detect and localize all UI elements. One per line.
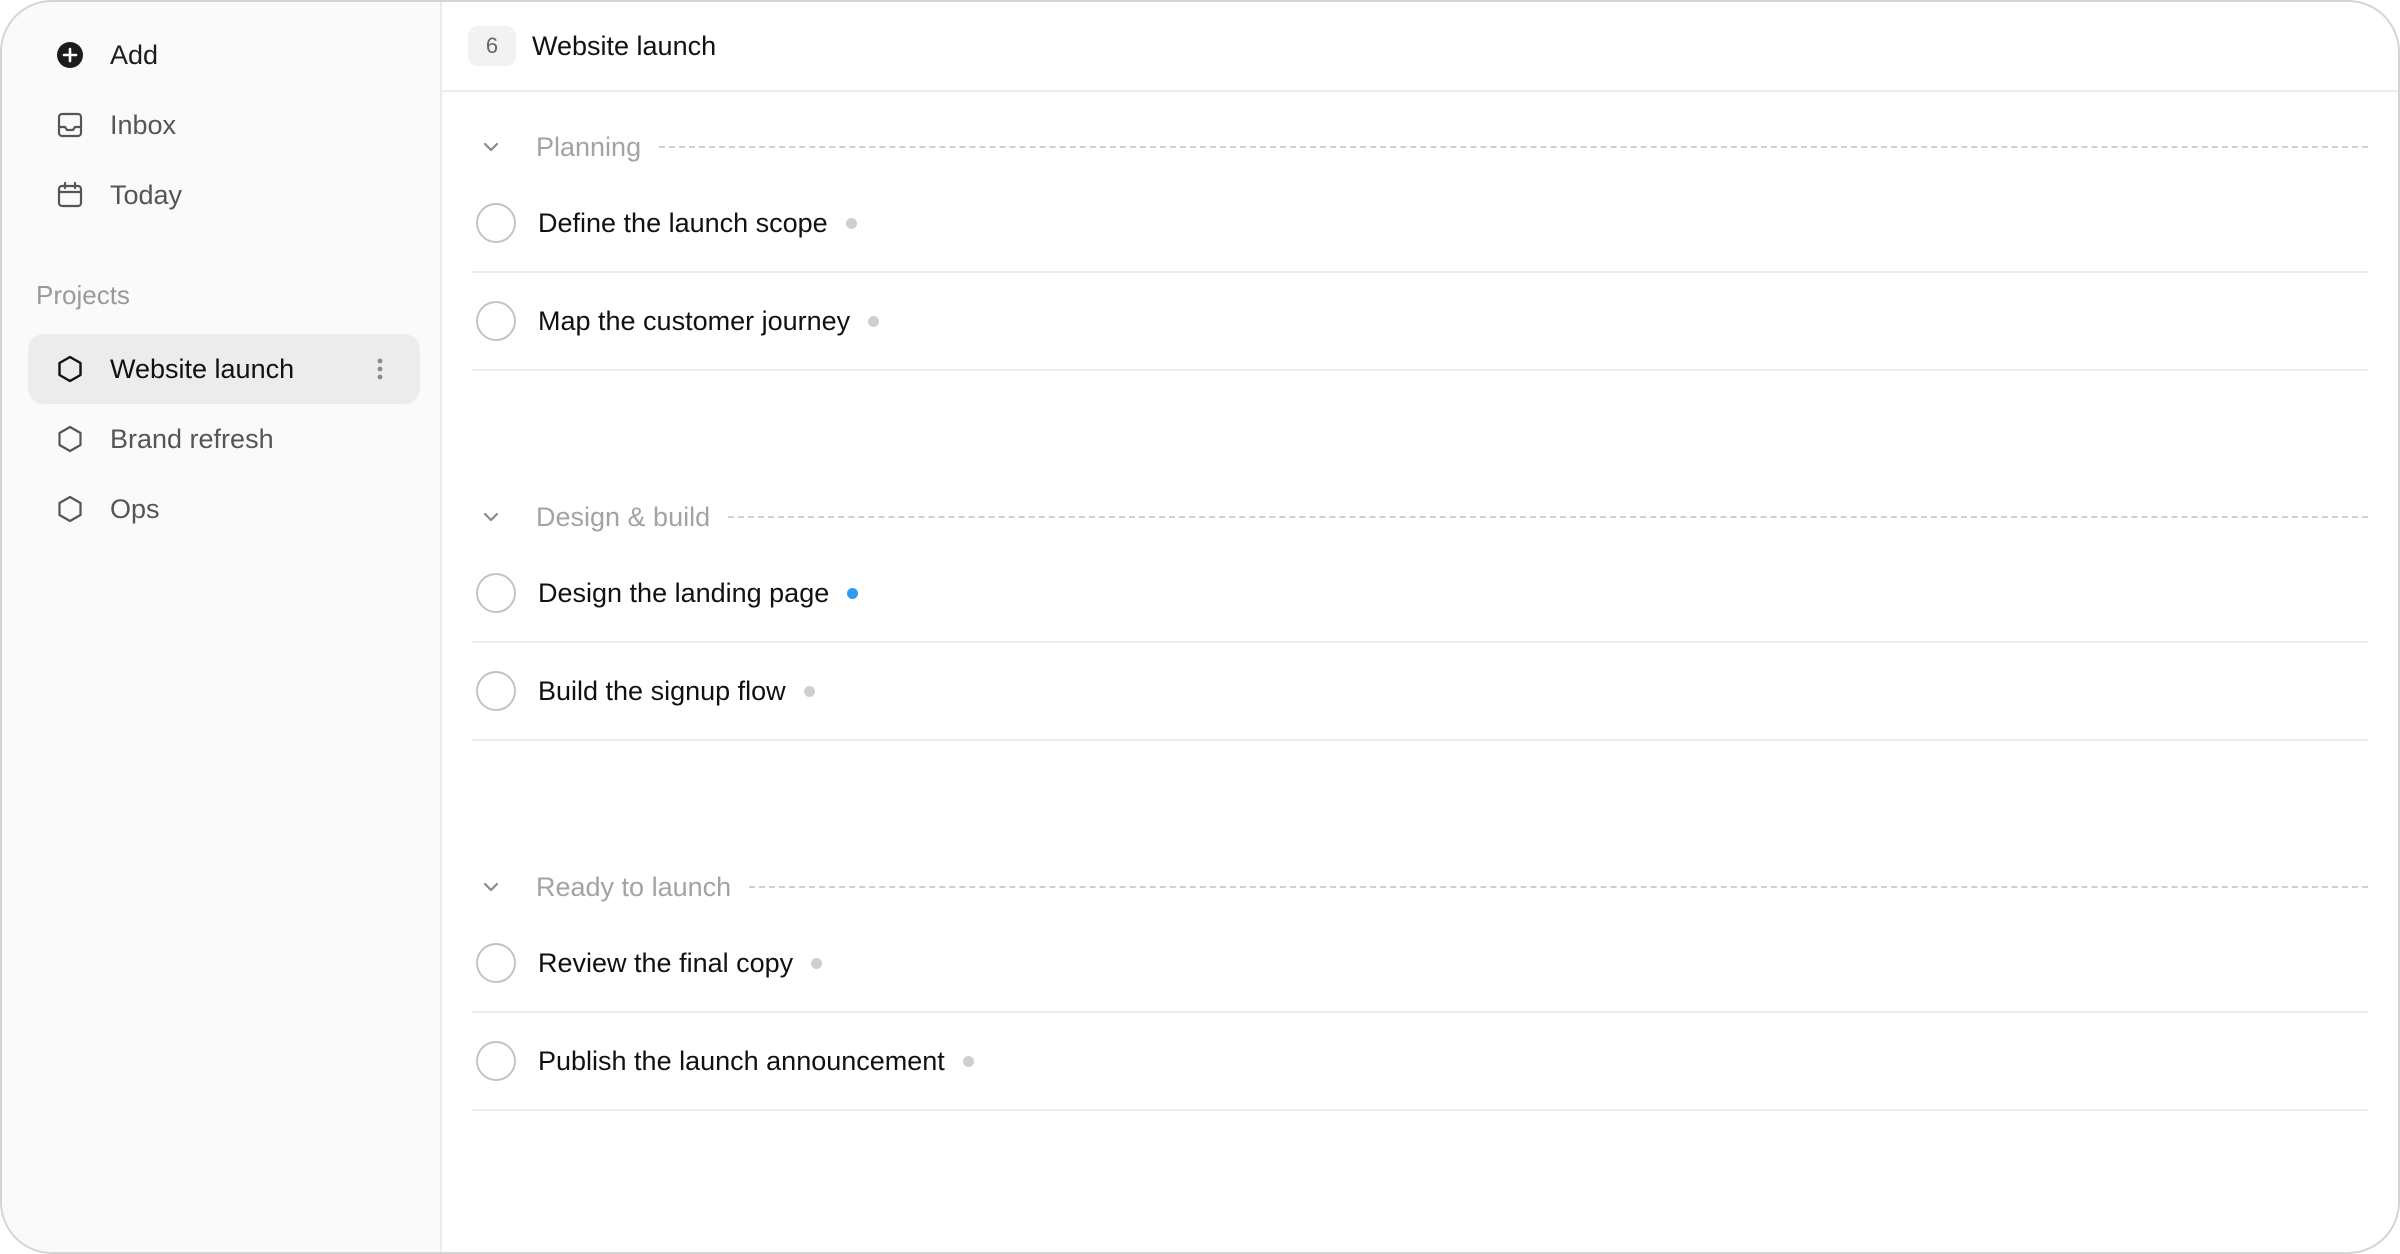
add-button[interactable]: Add [28, 20, 420, 90]
task-row[interactable]: Design the landing page [472, 545, 2368, 643]
task-row[interactable]: Build the signup flow [472, 643, 2368, 741]
status-dot [811, 957, 823, 969]
task-row[interactable]: Publish the launch announcement [472, 1013, 2368, 1111]
group-name: Planning [536, 131, 642, 162]
task-row[interactable]: Map the customer journey [472, 273, 2368, 371]
group-header[interactable]: Ready to launch [472, 867, 2368, 907]
sidebar-item-label: Website launch [110, 353, 295, 384]
sidebar-item-inbox[interactable]: Inbox [28, 90, 420, 160]
status-dot [962, 1055, 974, 1067]
status-dot [847, 587, 859, 599]
status-dot [868, 315, 880, 327]
task-group-design-build: Design & build Design the landing page B… [472, 497, 2368, 741]
task-count-badge: 6 [468, 26, 516, 66]
chevron-down-icon[interactable] [476, 132, 506, 162]
sidebar-item-today[interactable]: Today [28, 160, 420, 230]
task-row[interactable]: Define the launch scope [472, 175, 2368, 273]
task-group-ready-to-launch: Ready to launch Review the final copy Pu… [472, 867, 2368, 1111]
calendar-icon [48, 173, 92, 217]
plus-circle-icon [48, 33, 92, 77]
task-title: Define the launch scope [538, 207, 828, 238]
header: 6 Website launch [442, 2, 2398, 92]
task-checkbox[interactable] [476, 671, 516, 711]
group-divider [659, 146, 2368, 148]
status-dot [803, 685, 815, 697]
task-title: Publish the launch announcement [538, 1045, 945, 1076]
chevron-down-icon[interactable] [476, 872, 506, 902]
task-row[interactable]: Review the final copy [472, 915, 2368, 1013]
group-name: Design & build [536, 501, 711, 532]
sidebar-item-brand-refresh[interactable]: Brand refresh [28, 404, 420, 474]
sidebar-item-label: Today [110, 179, 183, 210]
group-divider [728, 516, 2368, 518]
hexagon-icon [48, 487, 92, 531]
task-title: Review the final copy [538, 947, 794, 978]
task-title: Build the signup flow [538, 675, 786, 706]
sidebar-item-ops[interactable]: Ops [28, 474, 420, 544]
main-content: 6 Website launch Planning Define the lau… [442, 2, 2398, 1252]
hexagon-icon [48, 417, 92, 461]
task-checkbox[interactable] [476, 573, 516, 613]
app-window: Add Inbox Today Projects Website launch … [0, 0, 2400, 1254]
group-header[interactable]: Design & build [472, 497, 2368, 537]
status-dot [845, 217, 857, 229]
add-label: Add [110, 39, 159, 70]
projects-section-label: Projects [36, 280, 130, 310]
sidebar-item-label: Inbox [110, 109, 177, 140]
group-divider [749, 886, 2368, 888]
task-checkbox[interactable] [476, 943, 516, 983]
page-title: Website launch [532, 30, 717, 61]
task-title: Map the customer journey [538, 305, 851, 336]
group-name: Ready to launch [536, 871, 732, 902]
sidebar-item-website-launch[interactable]: Website launch [28, 334, 420, 404]
sidebar: Add Inbox Today Projects Website launch … [2, 2, 442, 1252]
sidebar-item-label: Brand refresh [110, 423, 274, 454]
inbox-icon [48, 103, 92, 147]
task-group-planning: Planning Define the launch scope Map the… [472, 127, 2368, 371]
chevron-down-icon[interactable] [476, 502, 506, 532]
more-options-icon[interactable] [360, 349, 400, 389]
group-header[interactable]: Planning [472, 127, 2368, 167]
hexagon-icon [48, 347, 92, 391]
sidebar-item-label: Ops [110, 493, 160, 524]
task-checkbox[interactable] [476, 301, 516, 341]
task-checkbox[interactable] [476, 203, 516, 243]
task-title: Design the landing page [538, 577, 830, 608]
task-checkbox[interactable] [476, 1041, 516, 1081]
